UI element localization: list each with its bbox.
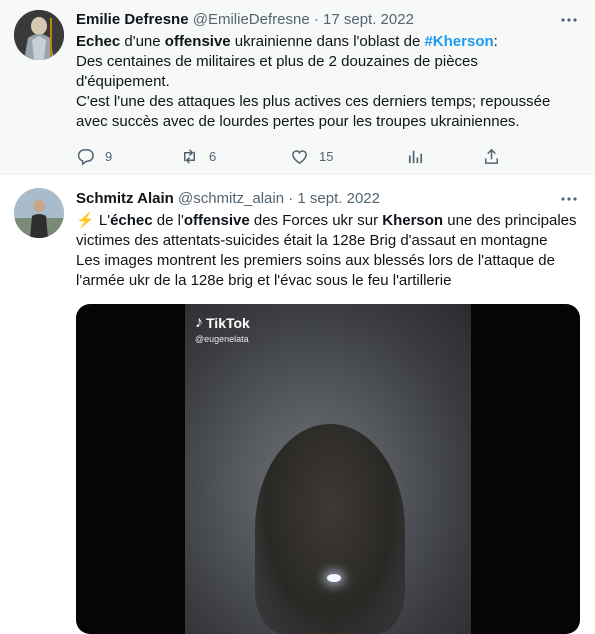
retweet-button[interactable]: 6 [180,146,216,166]
video-light [327,574,341,582]
text: d'une [120,33,165,50]
author-name[interactable]: Emilie Defresne [76,11,189,28]
avatar[interactable] [14,188,64,238]
tweet[interactable]: Schmitz Alain @schmitz_alain · 1 sept. 2… [0,176,595,634]
video-scene [255,424,405,634]
lightning-emoji: ⚡ [76,212,95,229]
text-line: C'est l'une des attaques les plus active… [76,93,551,110]
views-icon [408,150,423,163]
views-button[interactable] [406,146,425,166]
text-line: l'armée ukr de la 128e brig et l'évac so… [76,272,452,289]
retweet-count: 6 [209,148,217,164]
share-icon [485,148,498,164]
reply-icon [77,148,94,166]
action-bar: 9 6 15 [76,146,506,166]
text: de l' [152,212,184,229]
bold-word: offensive [164,33,231,50]
tweet-header: Emilie Defresne @EmilieDefresne · 17 sep… [76,10,581,30]
tweet-content: Emilie Defresne @EmilieDefresne · 17 sep… [76,10,581,132]
tiktok-handle: @eugenelata [195,334,249,344]
separator: · [309,11,324,28]
like-button[interactable]: 15 [290,146,333,166]
bold-word: offensive [183,212,250,229]
tiktok-watermark: ♪ TikTok [195,314,250,332]
tweet-date[interactable]: 17 sept. 2022 [323,11,414,28]
hashtag-link[interactable]: #Kherson [424,33,493,50]
tiktok-brand: TikTok [206,315,250,331]
text: L' [94,212,111,229]
text-line: avec succès avec de lourdes pertes pour … [76,113,520,130]
author-name[interactable]: Schmitz Alain [76,190,174,207]
share-button[interactable] [482,146,501,166]
author-handle[interactable]: @EmilieDefresne [193,11,310,28]
bold-word: échec [110,212,153,229]
text: une des principales [443,212,577,229]
tweet[interactable]: Emilie Defresne @EmilieDefresne · 17 sep… [0,0,595,175]
more-horizontal-icon [561,197,577,201]
tweet-date[interactable]: 1 sept. 2022 [297,190,380,207]
bold-word: Kherson [382,212,444,229]
text-line: d'équipement. [76,73,170,90]
avatar[interactable] [14,10,64,60]
text: des Forces ukr sur [249,212,383,229]
tweet-text: ⚡ L'échec de l'offensive des Forces ukr … [76,211,581,291]
bold-word: Echec [76,33,121,50]
more-options-button[interactable] [559,189,579,209]
avatar-image [14,188,64,238]
text-line: Des centaines de militaires et plus de 2… [76,53,478,70]
like-count: 15 [319,148,334,164]
tiktok-logo-icon: ♪ [195,314,203,331]
reply-button[interactable]: 9 [76,146,112,166]
retweet-icon [183,148,196,164]
video-player[interactable]: ♪ TikTok @eugenelata [76,304,580,634]
text: ukrainienne dans l'oblast de [230,33,425,50]
tweet-header: Schmitz Alain @schmitz_alain · 1 sept. 2… [76,189,581,209]
separator: · [284,190,298,207]
text-line: Les images montrent les premiers soins a… [76,252,555,269]
video-frame: ♪ TikTok @eugenelata [185,304,471,634]
heart-icon [292,149,307,164]
author-handle[interactable]: @schmitz_alain [178,190,284,207]
more-horizontal-icon [561,18,577,22]
reply-count: 9 [105,148,113,164]
tweet-text: Echec d'une offensive ukrainienne dans l… [76,32,581,132]
text-line: victimes des attentats-suicides était la… [76,232,548,249]
avatar-image [14,10,64,60]
text: : [493,33,498,50]
more-options-button[interactable] [559,10,579,30]
tweet-content: Schmitz Alain @schmitz_alain · 1 sept. 2… [76,189,581,291]
